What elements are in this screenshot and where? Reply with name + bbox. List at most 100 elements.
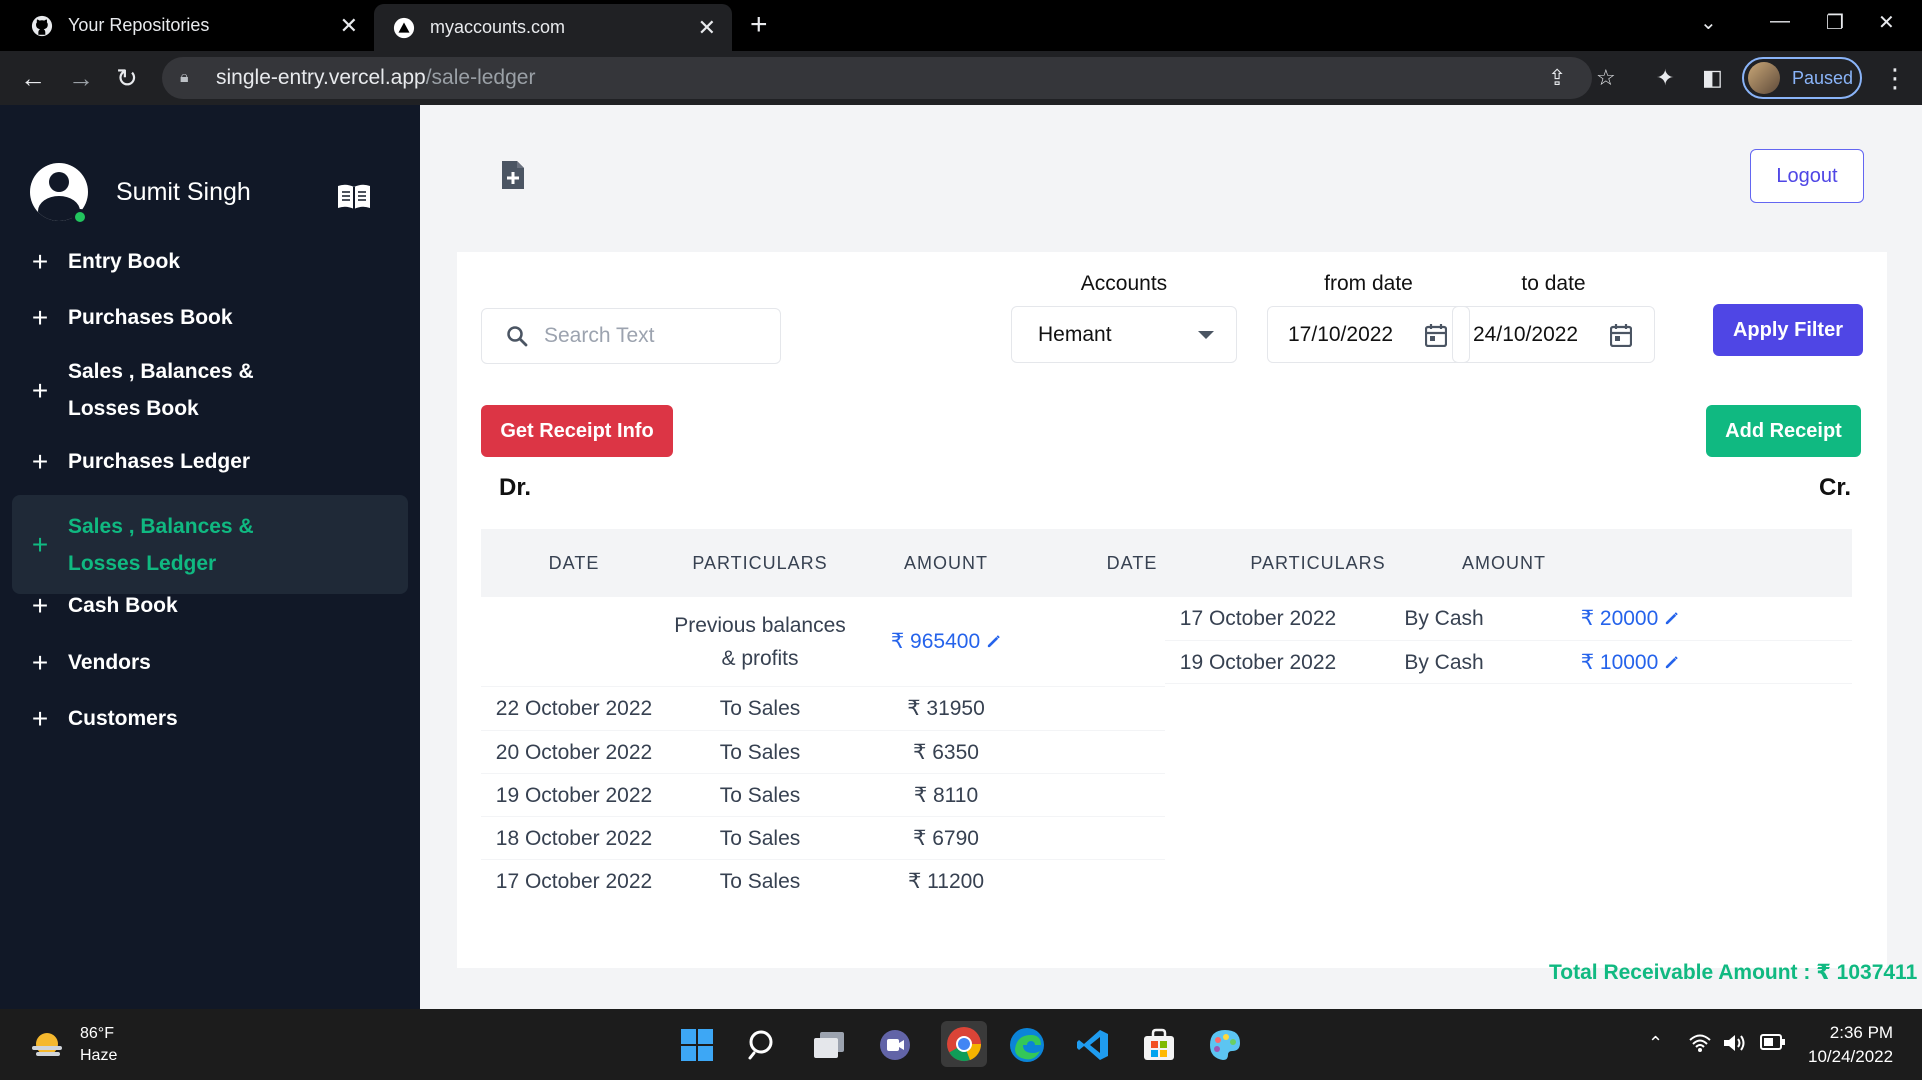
vercel-icon (392, 16, 416, 40)
extensions-icon[interactable]: ✦ (1656, 65, 1674, 91)
column-header-particulars: PARTICULARS (1250, 552, 1386, 573)
tab-title: Your Repositories (68, 15, 210, 35)
sidebar-item-sales-book[interactable]: + Sales , Balances & Losses Book (12, 352, 408, 428)
vscode-taskbar-icon[interactable] (1073, 1025, 1113, 1065)
edit-pencil-icon[interactable] (1664, 611, 1679, 626)
sidebar-item-sales-ledger[interactable]: + Sales , Balances & Losses Ledger (12, 495, 408, 594)
weather-temperature: 86°F (80, 1025, 114, 1042)
edit-pencil-icon[interactable] (986, 634, 1001, 649)
restore-icon[interactable]: ❐ (1826, 10, 1844, 35)
to-date-input[interactable]: 24/10/2022 (1452, 306, 1655, 363)
microsoft-store-icon[interactable] (1139, 1025, 1179, 1065)
particulars-cell: To Sales (719, 826, 801, 850)
particulars-cell: To Sales (719, 740, 801, 764)
profile-status: Paused (1792, 67, 1854, 88)
particulars-line: Previous balances (674, 613, 846, 637)
volume-icon[interactable] (1722, 1033, 1748, 1058)
search-box[interactable] (481, 308, 781, 364)
search-input[interactable] (544, 324, 764, 348)
windows-start-icon[interactable] (677, 1025, 717, 1065)
amount-cell: ₹ 8110 (913, 783, 979, 807)
sidebar-item-label: Sales , Balances & Losses Book (68, 360, 254, 420)
side-panel-icon[interactable]: ◧ (1702, 65, 1723, 91)
sidebar-item-purchases-ledger[interactable]: + Purchases Ledger (12, 441, 408, 481)
from-date-value: 17/10/2022 (1288, 322, 1394, 346)
profile-button[interactable]: Paused (1742, 57, 1862, 99)
browser-tab-bar: Your Repositories ✕ myaccounts.com ✕ + ⌄… (0, 0, 1922, 51)
paint-taskbar-icon[interactable] (1205, 1025, 1245, 1065)
ledger-card: Accounts Hemant (457, 252, 1887, 968)
date-cell: 18 October 2022 (495, 826, 653, 850)
date-cell: 22 October 2022 (495, 697, 653, 720)
plus-icon: + (31, 646, 49, 678)
get-receipt-info-button[interactable]: Get Receipt Info (481, 405, 673, 457)
amount-link[interactable]: ₹ 965400 (853, 597, 1039, 686)
tab-myaccounts[interactable]: myaccounts.com ✕ (374, 4, 732, 51)
forward-icon[interactable]: → (68, 63, 94, 94)
from-date-input[interactable]: 17/10/2022 (1267, 306, 1470, 363)
minimize-icon[interactable]: — (1770, 10, 1790, 33)
chevron-down-icon (1198, 331, 1214, 339)
apply-filter-button[interactable]: Apply Filter (1713, 304, 1863, 356)
calendar-icon[interactable] (1610, 323, 1632, 347)
new-tab-icon[interactable]: + (750, 8, 768, 42)
close-tab-icon[interactable]: ✕ (340, 13, 358, 39)
logout-button[interactable]: Logout (1750, 149, 1864, 203)
tab-your-repositories[interactable]: Your Repositories ✕ (0, 0, 374, 51)
sidebar-item-label: Cash Book (68, 593, 178, 617)
particulars-cell: Previous balances & profits (667, 597, 853, 686)
debit-label: Dr. (499, 474, 532, 501)
back-icon[interactable]: ← (20, 63, 46, 94)
edit-pencil-icon[interactable] (1664, 655, 1679, 670)
bookmark-star-icon[interactable]: ☆ (1596, 65, 1616, 91)
sidebar-item-entry-book[interactable]: + Entry Book (12, 241, 408, 281)
teams-chat-icon[interactable] (875, 1025, 915, 1065)
amount-link[interactable]: ₹ 20000 (1537, 597, 1723, 640)
table-row: 22 October 2022 To Sales ₹ 31950 (481, 687, 1165, 731)
add-receipt-button[interactable]: Add Receipt (1706, 405, 1861, 457)
sidebar-item-purchases-book[interactable]: + Purchases Book (12, 297, 408, 337)
task-view-icon[interactable] (809, 1025, 849, 1065)
book-icon[interactable] (336, 183, 372, 211)
close-tab-icon[interactable]: ✕ (698, 15, 716, 41)
date-cell: 19 October 2022 (495, 783, 653, 807)
menu-kebab-icon[interactable]: ⋮ (1882, 63, 1908, 94)
share-icon[interactable]: ⇪ (1548, 65, 1566, 91)
to-date-value: 24/10/2022 (1473, 322, 1579, 346)
table-row: 19 October 2022 To Sales ₹ 8110 (481, 774, 1165, 817)
wifi-icon[interactable] (1688, 1033, 1712, 1058)
amount-value: ₹ 965400 (890, 630, 981, 653)
amount-cell: ₹ 6350 (913, 740, 979, 764)
table-row: 20 October 2022 To Sales ₹ 6350 (481, 731, 1165, 774)
particulars-cell: To Sales (719, 783, 801, 807)
calendar-icon[interactable] (1425, 323, 1447, 347)
tab-title: myaccounts.com (430, 17, 566, 37)
from-date-label: from date (1324, 272, 1413, 295)
date-cell: 17 October 2022 (1179, 607, 1337, 630)
search-taskbar-icon[interactable] (743, 1025, 783, 1065)
sidebar-item-vendors[interactable]: + Vendors (12, 642, 408, 682)
particulars-line: & profits (721, 646, 799, 670)
accounts-select[interactable]: Hemant (1011, 306, 1237, 363)
sidebar-item-customers[interactable]: + Customers (12, 698, 408, 738)
weather-widget[interactable]: 86°F Haze (28, 1023, 117, 1067)
sidebar-item-label: Purchases Book (68, 305, 233, 329)
reload-icon[interactable]: ↻ (116, 63, 138, 94)
close-window-icon[interactable]: ✕ (1878, 10, 1895, 35)
edge-taskbar-icon[interactable] (1007, 1025, 1047, 1065)
column-header-date: DATE (548, 552, 600, 573)
amount-link[interactable]: ₹ 10000 (1537, 641, 1723, 683)
plus-icon: + (31, 301, 49, 333)
chrome-taskbar-icon[interactable] (941, 1021, 987, 1067)
table-row: 17 October 2022 By Cash ₹ 20000 (1165, 597, 1852, 641)
url-bar[interactable]: 🔒︎ single-entry.vercel.app/sale-ledger (162, 57, 1592, 99)
show-hidden-icons-chevron-icon[interactable]: ⌃ (1648, 1033, 1663, 1054)
tab-search-chevron-icon[interactable]: ⌄ (1700, 10, 1717, 35)
sidebar-item-cash-book[interactable]: + Cash Book (12, 585, 408, 625)
clock-time: 2:36 PM (1829, 1023, 1894, 1042)
weather-haze-icon (28, 1030, 66, 1060)
battery-icon[interactable] (1760, 1033, 1786, 1056)
user-name: Sumit Singh (116, 177, 251, 206)
system-clock[interactable]: 2:36 PM 10/24/2022 (1808, 1021, 1893, 1069)
add-document-icon[interactable] (500, 159, 526, 191)
